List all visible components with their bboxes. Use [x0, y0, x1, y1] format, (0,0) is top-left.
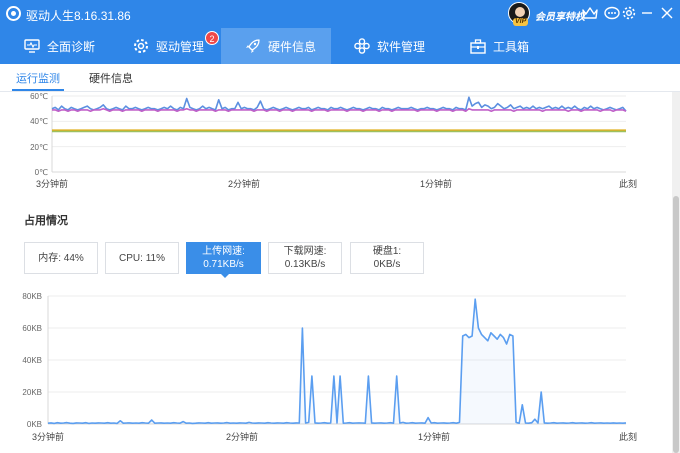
nav-item-label: 驱动管理	[156, 39, 205, 54]
temp-y-tick: 20℃	[30, 143, 48, 152]
net-x-tick: 3分钟前	[32, 431, 64, 442]
stat-label: 硬盘1:	[372, 246, 402, 257]
title-bar: 驱动人生8.16.31.86 VIP 会员享特权	[0, 0, 680, 28]
active-tab-indicator	[12, 89, 64, 91]
monitor-content: 60℃ 40℃ 20℃ 0℃ 3分钟前 2分钟前 1分钟前 此刻 占用情况 内存…	[0, 92, 672, 453]
temperature-chart: 60℃ 40℃ 20℃ 0℃ 3分钟前 2分钟前 1分钟前 此刻	[30, 92, 637, 189]
main-nav: 全面诊断 驱动管理 2 硬件信息 软件管理 工具箱	[0, 28, 680, 64]
app-title: 驱动人生8.16.31.86	[26, 9, 131, 23]
nav-item-driver-management[interactable]: 驱动管理	[133, 28, 204, 64]
net-y-tick: 40KB	[22, 356, 42, 365]
stat-label: 内存:	[38, 252, 61, 264]
apps-icon	[354, 38, 370, 54]
nav-item-hardware-info[interactable]: 硬件信息	[221, 28, 331, 64]
net-y-tick: 0KB	[27, 420, 42, 429]
tab-runtime-monitor[interactable]: 运行监测	[16, 70, 60, 86]
usage-section-title: 占用情况	[24, 215, 68, 227]
stat-label: 下载网速:	[283, 246, 327, 257]
stat-value: 44%	[63, 252, 84, 264]
temp-x-tick: 1分钟前	[420, 178, 452, 189]
temp-x-tick: 此刻	[619, 178, 637, 189]
monitor-icon	[24, 38, 40, 54]
crown-icon[interactable]	[582, 5, 598, 21]
nav-item-diagnosis[interactable]: 全面诊断	[24, 28, 95, 64]
close-icon[interactable]	[659, 5, 675, 21]
tab-hardware-info[interactable]: 硬件信息	[89, 70, 133, 86]
message-icon[interactable]	[604, 5, 620, 21]
nav-item-toolbox[interactable]: 工具箱	[470, 28, 529, 64]
minimize-icon[interactable]	[639, 5, 655, 21]
net-x-tick: 2分钟前	[226, 431, 258, 442]
nav-item-software-management[interactable]: 软件管理	[354, 28, 425, 64]
gear-icon[interactable]	[621, 5, 637, 21]
temp-x-tick: 2分钟前	[228, 178, 260, 189]
stat-cpu-card[interactable]: CPU: 11%	[105, 242, 179, 274]
stat-upload-speed-card[interactable]: 上传网速: 0.71KB/s	[186, 242, 261, 278]
content-scrollbar-thumb[interactable]	[673, 196, 679, 453]
stat-disk-card[interactable]: 硬盘1: 0KB/s	[350, 242, 424, 274]
net-series-line	[47, 298, 627, 425]
sub-tab-bar: 运行监测 硬件信息	[0, 64, 680, 92]
stat-label: CPU:	[119, 252, 143, 264]
net-y-tick: 60KB	[22, 324, 42, 333]
nav-item-label: 硬件信息	[268, 39, 317, 54]
rocket-icon	[245, 38, 261, 54]
network-speed-chart: 80KB 60KB 40KB 20KB 0KB 3分钟前 2分钟前 1分钟前 此…	[22, 292, 637, 442]
temp-y-tick: 60℃	[30, 92, 48, 101]
stat-value: 0.71KB/s	[203, 259, 244, 270]
stat-value: 0.13KB/s	[284, 259, 326, 270]
stat-value: 11%	[145, 252, 165, 264]
temp-x-tick: 3分钟前	[36, 178, 68, 189]
app-logo-icon	[6, 6, 21, 21]
vip-badge: VIP	[513, 18, 529, 26]
stat-value: 0KB/s	[373, 259, 401, 270]
nav-item-label: 软件管理	[377, 39, 426, 54]
stat-download-speed-card[interactable]: 下载网速: 0.13KB/s	[268, 242, 342, 274]
temp-y-tick: 40℃	[30, 117, 48, 126]
net-y-tick: 20KB	[22, 388, 42, 397]
net-y-tick: 80KB	[22, 292, 42, 301]
gear-icon	[133, 38, 149, 54]
temp-y-tick: 0℃	[35, 168, 48, 177]
member-privilege-link[interactable]: 会员享特权	[535, 8, 585, 23]
nav-item-label: 全面诊断	[47, 39, 96, 54]
toolbox-icon	[470, 38, 486, 54]
update-count-badge: 2	[205, 31, 219, 45]
stat-text: 内存: 44%	[38, 252, 84, 265]
net-x-tick: 此刻	[619, 431, 637, 442]
nav-item-label: 工具箱	[493, 39, 530, 54]
net-x-tick: 1分钟前	[418, 431, 450, 442]
stat-text: CPU: 11%	[119, 252, 165, 265]
stat-memory-card[interactable]: 内存: 44%	[24, 242, 98, 274]
stat-label: 上传网速:	[202, 246, 245, 257]
